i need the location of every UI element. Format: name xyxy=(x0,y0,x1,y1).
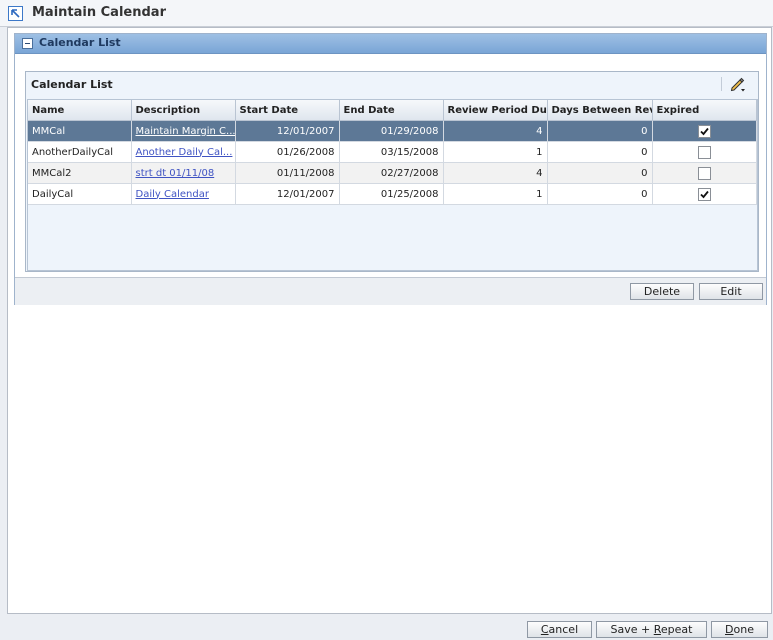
done-button[interactable]: Done xyxy=(711,621,768,638)
column-header-start-date[interactable]: Start Date xyxy=(235,100,340,121)
save-label-prefix: Save + xyxy=(610,623,654,636)
cell-start-date: 12/01/2007 xyxy=(235,120,340,142)
cell-name: DailyCal xyxy=(28,183,132,205)
arrow-up-left-icon[interactable] xyxy=(8,6,23,21)
expired-checkbox[interactable] xyxy=(697,145,711,159)
cell-name: MMCal2 xyxy=(28,162,132,184)
column-header-description[interactable]: Description xyxy=(131,100,236,121)
description-link[interactable]: Another Daily Cal... xyxy=(136,147,233,158)
collapse-icon[interactable] xyxy=(22,38,33,49)
done-hotkey: D xyxy=(725,623,734,636)
table-row[interactable]: MMCal2 strt dt 01/11/08 01/11/2008 02/27… xyxy=(28,162,757,184)
save-repeat-button[interactable]: Save + Repeat xyxy=(596,621,707,638)
table-row[interactable]: MMCal Maintain Margin C... 12/01/2007 01… xyxy=(28,120,757,142)
cell-expired xyxy=(652,183,757,205)
cell-expired xyxy=(652,120,757,142)
edit-button[interactable]: Edit xyxy=(699,283,763,300)
pencil-icon[interactable] xyxy=(729,75,747,93)
cell-review-period: 1 xyxy=(443,141,548,163)
cell-name: MMCal xyxy=(28,120,132,142)
column-header-name[interactable]: Name xyxy=(28,100,132,121)
toolbar-divider xyxy=(721,77,722,91)
calendar-table-panel: Calendar List Name Description Start Dat… xyxy=(25,71,759,272)
description-link[interactable]: Maintain Margin C... xyxy=(136,126,235,137)
cell-days-between: 0 xyxy=(547,183,653,205)
expired-checkbox[interactable] xyxy=(697,166,711,180)
panel-title: Calendar List xyxy=(31,78,113,91)
section-header: Calendar List xyxy=(15,34,766,54)
cell-expired xyxy=(652,162,757,184)
cell-end-date: 03/15/2008 xyxy=(339,141,444,163)
cancel-label-suffix: ancel xyxy=(548,623,579,636)
save-hotkey: R xyxy=(653,623,661,636)
cell-review-period: 1 xyxy=(443,183,548,205)
cancel-button[interactable]: Cancel xyxy=(527,621,592,638)
cell-start-date: 01/11/2008 xyxy=(235,162,340,184)
column-header-days-between-review[interactable]: Days Between Review xyxy=(547,100,653,121)
cell-description[interactable]: Another Daily Cal... xyxy=(131,141,236,163)
table-row[interactable]: DailyCal Daily Calendar 12/01/2007 01/25… xyxy=(28,183,757,205)
calendar-list-section: Calendar List Calendar List Name Descrip… xyxy=(14,33,767,305)
section-footer: Delete Edit xyxy=(15,277,766,305)
expired-checkbox[interactable] xyxy=(697,187,711,201)
calendar-table: Name Description Start Date End Date Rev… xyxy=(27,99,758,271)
delete-button[interactable]: Delete xyxy=(630,283,694,300)
table-header-row: Name Description Start Date End Date Rev… xyxy=(28,100,757,121)
cell-days-between: 0 xyxy=(547,120,653,142)
cell-review-period: 4 xyxy=(443,120,548,142)
cell-description[interactable]: Maintain Margin C... xyxy=(131,120,236,142)
column-header-end-date[interactable]: End Date xyxy=(339,100,444,121)
cell-expired xyxy=(652,141,757,163)
cell-end-date: 02/27/2008 xyxy=(339,162,444,184)
cell-start-date: 01/26/2008 xyxy=(235,141,340,163)
cell-end-date: 01/29/2008 xyxy=(339,120,444,142)
cell-start-date: 12/01/2007 xyxy=(235,183,340,205)
title-bar: Maintain Calendar xyxy=(0,0,773,27)
bottom-bar: Cancel Save + Repeat Done xyxy=(0,614,773,640)
column-header-review-period[interactable]: Review Period Duration xyxy=(443,100,548,121)
cell-days-between: 0 xyxy=(547,141,653,163)
table-row[interactable]: AnotherDailyCal Another Daily Cal... 01/… xyxy=(28,141,757,163)
done-label-suffix: one xyxy=(733,623,754,636)
save-label-suffix: epeat xyxy=(660,623,693,636)
window-title: Maintain Calendar xyxy=(32,5,166,20)
expired-checkbox[interactable] xyxy=(697,124,711,138)
cell-name: AnotherDailyCal xyxy=(28,141,132,163)
cell-review-period: 4 xyxy=(443,162,548,184)
description-link[interactable]: strt dt 01/11/08 xyxy=(136,168,215,179)
cell-description[interactable]: Daily Calendar xyxy=(131,183,236,205)
cell-days-between: 0 xyxy=(547,162,653,184)
cancel-hotkey: C xyxy=(540,623,549,636)
cell-end-date: 01/25/2008 xyxy=(339,183,444,205)
main-area: Calendar List Calendar List Name Descrip… xyxy=(7,27,772,614)
description-link[interactable]: Daily Calendar xyxy=(136,189,209,200)
column-header-expired[interactable]: Expired xyxy=(652,100,757,121)
cell-description[interactable]: strt dt 01/11/08 xyxy=(131,162,236,184)
section-title: Calendar List xyxy=(39,36,121,49)
